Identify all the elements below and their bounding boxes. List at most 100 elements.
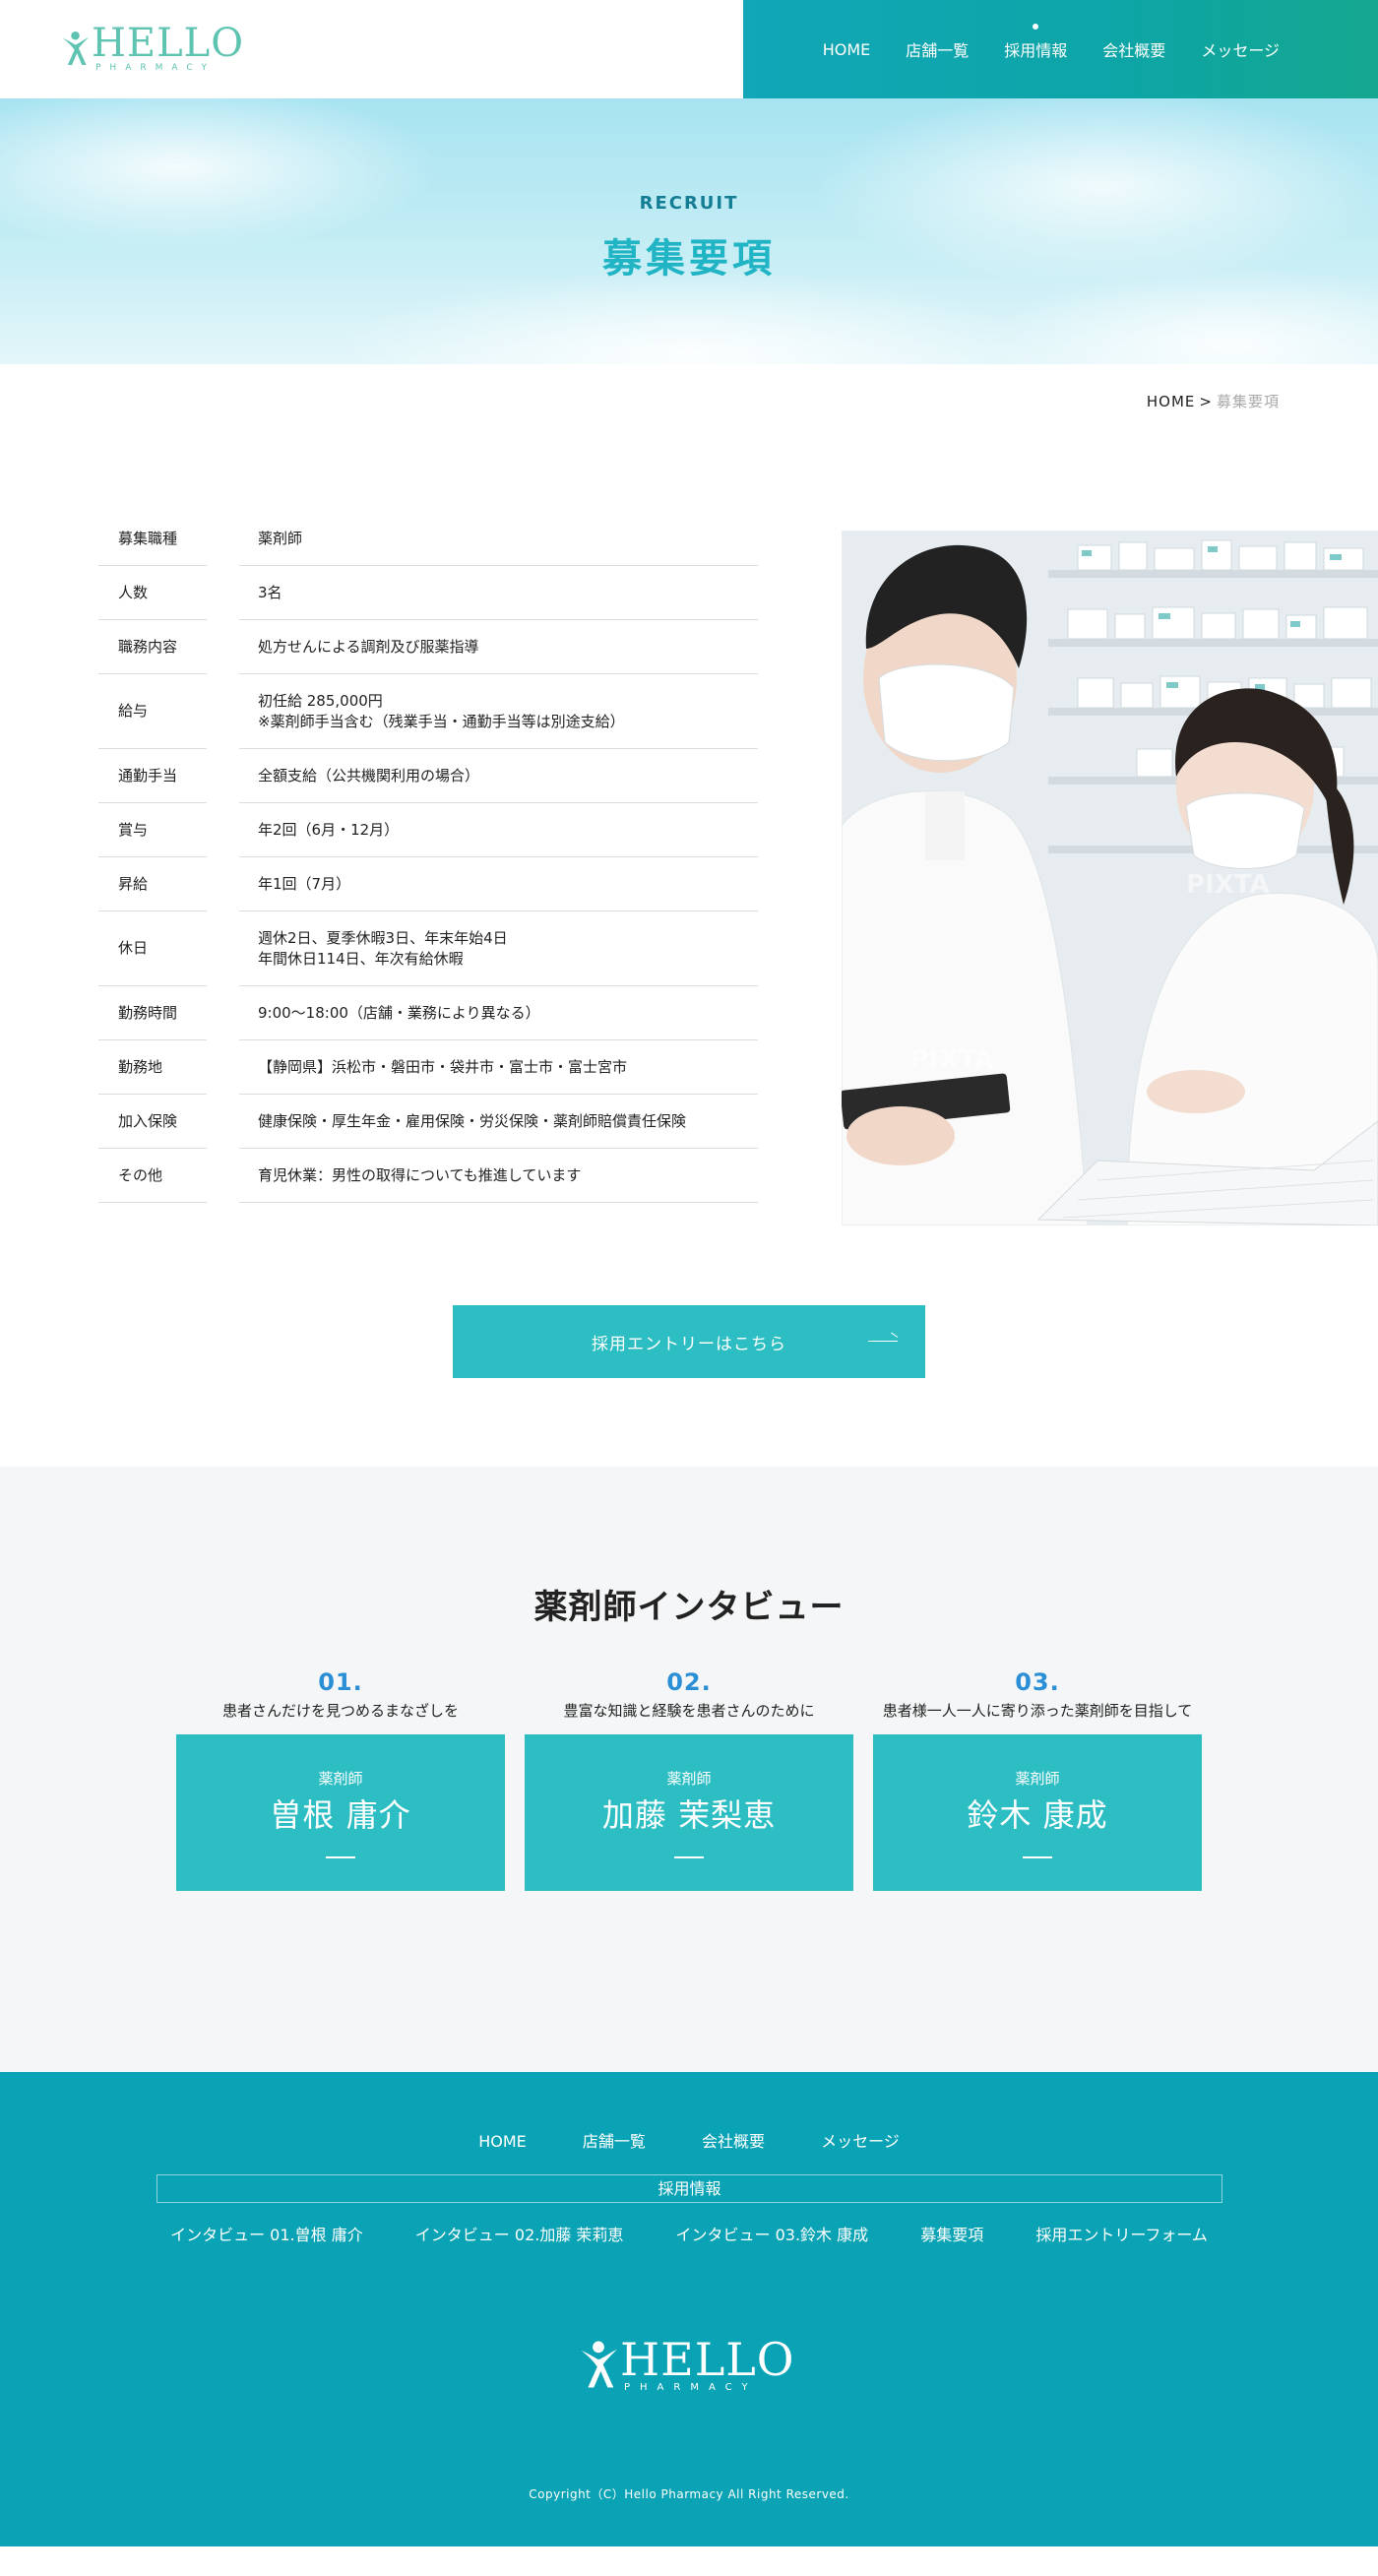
interview-section: 薬剤師インタビュー 01. 患者さんだけを見つめるまなざしを 薬剤師 曽根 庸介… bbox=[0, 1467, 1378, 2072]
site-footer: HOME 店舗一覧 会社概要 メッセージ 採用情報 インタビュー 01.曽根 庸… bbox=[0, 2072, 1378, 2546]
logo-wordmark: HELLO bbox=[92, 21, 244, 66]
row-value-line: 【静岡県】浜松市・磐田市・袋井市・富士市・富士宮市 bbox=[258, 1057, 628, 1076]
breadcrumb-separator: > bbox=[1199, 393, 1213, 410]
interview-link-box[interactable]: 薬剤師 鈴木 康成 bbox=[873, 1734, 1202, 1891]
row-label: 給与 bbox=[98, 674, 207, 749]
interview-link-box[interactable]: 薬剤師 加藤 茉梨恵 bbox=[525, 1734, 853, 1891]
row-value: 薬剤師 bbox=[239, 512, 758, 566]
row-value-line: 週休2日、夏季休暇3日、年末年始4日 bbox=[258, 929, 508, 948]
footer-recruit-links: インタビュー 01.曽根 庸介 インタビュー 02.加藤 茉莉恵 インタビュー … bbox=[0, 2222, 1378, 2245]
logo-subtext: PHARMACY bbox=[624, 2381, 758, 2393]
arrow-right-icon bbox=[868, 1341, 898, 1342]
footer-link-interview-03[interactable]: インタビュー 03.鈴木 康成 bbox=[676, 2222, 869, 2245]
interview-name: 加藤 茉梨恵 bbox=[601, 1796, 777, 1834]
row-value-line: 初任給 285,000円 bbox=[258, 692, 383, 711]
row-label: 賞与 bbox=[98, 803, 207, 857]
entry-button-label: 採用エントリーはこちら bbox=[592, 1334, 786, 1354]
table-row: 昇給 年1回（7月） bbox=[98, 857, 758, 911]
table-row: 休日 週休2日、夏季休暇3日、年末年始4日 年間休日114日、年次有給休暇 bbox=[98, 911, 758, 986]
logo-wordmark: HELLO bbox=[620, 2332, 795, 2386]
footer-nav-company[interactable]: 会社概要 bbox=[702, 2128, 765, 2152]
footer-link-requirements[interactable]: 募集要項 bbox=[920, 2222, 983, 2245]
recruit-section: 募集職種 薬剤師 人数 3名 職務内容 処方せんによる調剤及び服薬指導 給与 初任給 285,… bbox=[0, 512, 1378, 1225]
interview-number: 02. bbox=[666, 1668, 712, 1696]
interview-card: 03. 患者様一人一人に寄り添った薬剤師を目指して 薬剤師 鈴木 康成 bbox=[873, 1668, 1202, 1891]
row-value-line: 年間休日114日、年次有給休暇 bbox=[258, 949, 464, 968]
global-nav: HOME 店舗一覧 採用情報 会社概要 メッセージ bbox=[743, 0, 1378, 98]
row-value: 年1回（7月） bbox=[239, 857, 758, 911]
interview-role: 薬剤師 bbox=[318, 1770, 363, 1788]
row-value: 週休2日、夏季休暇3日、年末年始4日 年間休日114日、年次有給休暇 bbox=[239, 911, 758, 986]
interview-name: 曽根 庸介 bbox=[270, 1796, 411, 1834]
row-label: その他 bbox=[98, 1149, 207, 1203]
table-row: その他 育児休業：男性の取得についても推進しています bbox=[98, 1149, 758, 1203]
table-row: 募集職種 薬剤師 bbox=[98, 512, 758, 566]
interview-heading: 薬剤師インタビュー bbox=[533, 1588, 845, 1627]
row-value-line: 全額支給（公共機関利用の場合） bbox=[258, 766, 480, 785]
interview-number: 01. bbox=[318, 1668, 363, 1696]
row-value: 育児休業：男性の取得についても推進しています bbox=[239, 1149, 758, 1203]
interview-number: 03. bbox=[1015, 1668, 1060, 1696]
footer-nav-home[interactable]: HOME bbox=[478, 2132, 527, 2151]
interview-name: 鈴木 康成 bbox=[967, 1796, 1108, 1834]
footer-logo[interactable]: HELLO PHARMACY bbox=[579, 2335, 803, 2394]
breadcrumb-home-link[interactable]: HOME bbox=[1147, 393, 1196, 410]
footer-nav-message[interactable]: メッセージ bbox=[821, 2128, 900, 2152]
row-value: 3名 bbox=[239, 566, 758, 620]
footer-recruit-heading[interactable]: 採用情報 bbox=[157, 2174, 1222, 2203]
row-label: 勤務時間 bbox=[98, 986, 207, 1040]
breadcrumb-current: 募集要項 bbox=[1216, 393, 1280, 410]
watermark-text: PIXTA bbox=[910, 683, 994, 713]
footer-nav-stores[interactable]: 店舗一覧 bbox=[583, 2128, 646, 2152]
nav-company[interactable]: 会社概要 bbox=[1102, 37, 1165, 61]
table-row: 加入保険 健康保険・厚生年金・雇用保険・労災保険・薬剤師賠償責任保険 bbox=[98, 1095, 758, 1149]
table-row: 賞与 年2回（6月・12月） bbox=[98, 803, 758, 857]
footer-link-entry-form[interactable]: 採用エントリーフォーム bbox=[1035, 2222, 1208, 2245]
row-label: 職務内容 bbox=[98, 620, 207, 674]
footer-link-interview-01[interactable]: インタビュー 01.曽根 庸介 bbox=[170, 2222, 363, 2245]
row-value-line: 3名 bbox=[258, 583, 282, 601]
site-logo[interactable]: HELLO PHARMACY bbox=[61, 24, 244, 73]
row-value: 初任給 285,000円 ※薬剤師手当含む（残業手当・通勤手当等は別途支給） bbox=[239, 674, 758, 749]
page-title: 募集要項 bbox=[602, 236, 776, 282]
row-value: 健康保険・厚生年金・雇用保険・労災保険・薬剤師賠償責任保険 bbox=[239, 1095, 758, 1149]
interview-link-box[interactable]: 薬剤師 曽根 庸介 bbox=[176, 1734, 505, 1891]
person-logo-icon bbox=[62, 31, 90, 66]
row-value: 処方せんによる調剤及び服薬指導 bbox=[239, 620, 758, 674]
nav-home[interactable]: HOME bbox=[823, 40, 871, 59]
row-value: 全額支給（公共機関利用の場合） bbox=[239, 749, 758, 803]
watermark-text: PIXTA bbox=[910, 1045, 994, 1075]
row-label: 加入保険 bbox=[98, 1095, 207, 1149]
interview-role: 薬剤師 bbox=[1015, 1770, 1060, 1788]
dash-icon bbox=[674, 1856, 704, 1858]
row-value: 年2回（6月・12月） bbox=[239, 803, 758, 857]
nav-stores[interactable]: 店舗一覧 bbox=[906, 37, 969, 61]
watermark-text: PIXTA bbox=[1186, 870, 1270, 900]
nav-message[interactable]: メッセージ bbox=[1201, 37, 1280, 61]
row-value-line: 育児休業：男性の取得についても推進しています bbox=[258, 1165, 582, 1184]
recruit-table: 募集職種 薬剤師 人数 3名 職務内容 処方せんによる調剤及び服薬指導 給与 初任給 285,… bbox=[98, 512, 758, 1203]
pharmacy-scene-illustration: PIXTA PIXTA PIXTA bbox=[842, 531, 1378, 1225]
row-label: 人数 bbox=[98, 566, 207, 620]
dash-icon bbox=[326, 1856, 355, 1858]
row-value-line: 年2回（6月・12月） bbox=[258, 820, 400, 839]
row-label: 休日 bbox=[98, 911, 207, 986]
entry-button[interactable]: 採用エントリーはこちら bbox=[453, 1305, 925, 1378]
nav-recruit[interactable]: 採用情報 bbox=[1004, 24, 1067, 61]
breadcrumb: HOME > 募集要項 bbox=[0, 364, 1378, 512]
table-row: 勤務時間 9:00〜18:00（店舗・業務により異なる） bbox=[98, 986, 758, 1040]
interview-card: 02. 豊富な知識と経験を患者さんのために 薬剤師 加藤 茉梨恵 bbox=[525, 1668, 853, 1891]
row-value-line: 処方せんによる調剤及び服薬指導 bbox=[258, 637, 479, 656]
person-logo-icon bbox=[581, 2341, 617, 2388]
row-value-line: 9:00〜18:00（店舗・業務により異なる） bbox=[258, 1003, 540, 1022]
row-value-line: 年1回（7月） bbox=[258, 874, 351, 893]
dash-icon bbox=[1023, 1856, 1052, 1858]
footer-link-interview-02[interactable]: インタビュー 02.加藤 茉莉恵 bbox=[415, 2222, 624, 2245]
row-label: 通勤手当 bbox=[98, 749, 207, 803]
row-label: 募集職種 bbox=[98, 512, 207, 566]
footer-nav: HOME 店舗一覧 会社概要 メッセージ bbox=[0, 2128, 1378, 2152]
copyright: Copyright（C）Hello Pharmacy All Right Res… bbox=[529, 2487, 849, 2501]
row-value: 9:00〜18:00（店舗・業務により異なる） bbox=[239, 986, 758, 1040]
table-row: 人数 3名 bbox=[98, 566, 758, 620]
table-row: 通勤手当 全額支給（公共機関利用の場合） bbox=[98, 749, 758, 803]
